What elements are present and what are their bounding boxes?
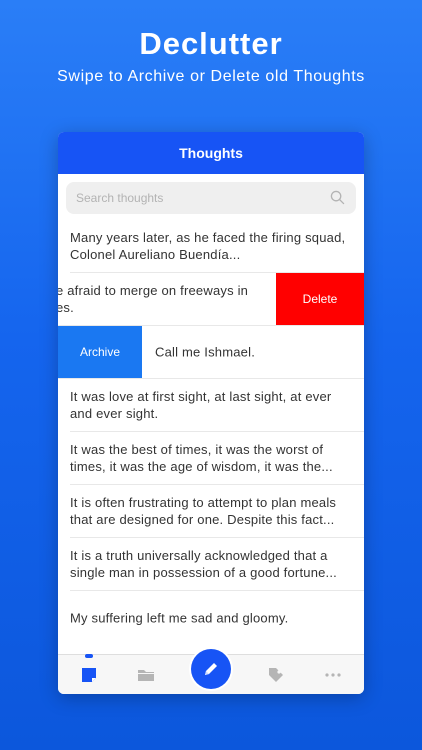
search-bar <box>58 174 364 220</box>
list-item[interactable]: It was the best of times, it was the wor… <box>70 432 364 485</box>
note-line: es. <box>58 300 74 315</box>
nav-bar: Thoughts <box>58 132 364 174</box>
note-text: It was the best of times, it was the wor… <box>70 442 333 474</box>
list-item-swiped-delete[interactable]: e afraid to merge on freeways in es. Del… <box>58 273 364 326</box>
pencil-icon <box>205 663 217 675</box>
note-text: It was love at first sight, at last sigh… <box>70 389 332 421</box>
tag-icon[interactable] <box>266 665 286 685</box>
compose-button[interactable] <box>191 649 231 689</box>
note-text: My suffering left me sad and gloomy. <box>70 610 289 625</box>
promo-title: Declutter <box>139 26 283 61</box>
more-icon[interactable] <box>323 665 343 685</box>
delete-button[interactable]: Delete <box>276 273 364 325</box>
promo-subtitle: Swipe to Archive or Delete old Thoughts <box>57 68 365 85</box>
folder-icon[interactable] <box>136 665 156 685</box>
note-line: e afraid to merge on freeways in <box>58 283 249 298</box>
search-icon <box>330 190 345 205</box>
list-item[interactable]: It is a truth universally acknowledged t… <box>70 538 364 591</box>
note-text: e afraid to merge on freeways in es. <box>58 282 274 316</box>
list-item[interactable]: Many years later, as he faced the firing… <box>70 220 364 273</box>
list-item[interactable]: My suffering left me sad and gloomy. <box>70 591 364 644</box>
notes-list: Many years later, as he faced the firing… <box>58 220 364 644</box>
list-item[interactable]: It was love at first sight, at last sigh… <box>70 379 364 432</box>
note-text: It is a truth universally acknowledged t… <box>70 548 337 580</box>
notes-icon[interactable] <box>79 665 99 685</box>
note-text: Many years later, as he faced the firing… <box>70 230 346 262</box>
list-item-swiped-archive[interactable]: Archive Call me Ishmael. <box>58 326 364 379</box>
archive-button[interactable]: Archive <box>58 326 142 378</box>
active-tab-indicator <box>85 654 93 658</box>
list-item[interactable]: It is often frustrating to attempt to pl… <box>70 485 364 538</box>
note-text: It is often frustrating to attempt to pl… <box>70 495 337 527</box>
nav-title: Thoughts <box>179 145 243 161</box>
search-input[interactable] <box>76 191 316 205</box>
note-text: Call me Ishmael. <box>155 344 256 360</box>
search-field[interactable] <box>66 182 356 214</box>
app-window: Thoughts Many years later, as he faced t… <box>58 132 364 694</box>
